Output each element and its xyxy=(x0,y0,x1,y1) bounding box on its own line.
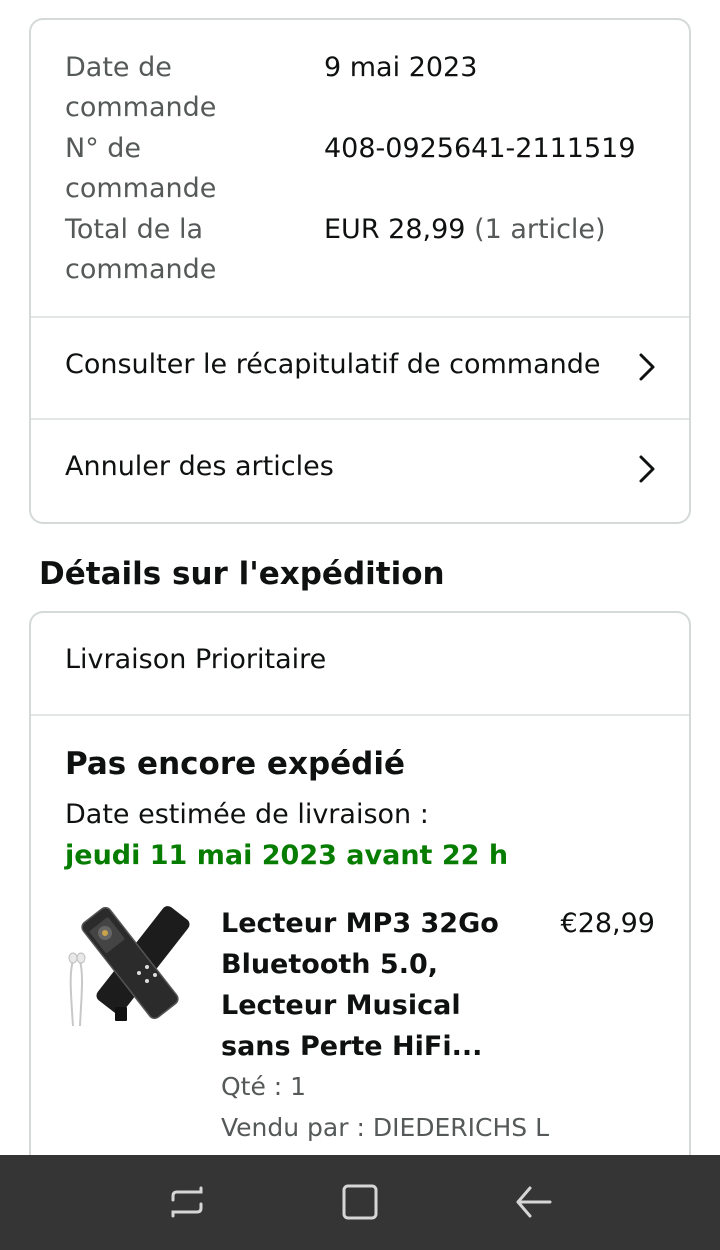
chevron-right-icon xyxy=(639,353,655,381)
divider xyxy=(31,714,689,716)
system-nav-bar xyxy=(0,1155,720,1250)
order-summary-card: Date de commande 9 mai 2023 N° de comman… xyxy=(29,18,691,524)
order-total-amount: EUR 28,99 xyxy=(324,214,466,245)
order-total-label: Total de la commande xyxy=(65,214,217,285)
order-item-count: (1 article) xyxy=(474,214,606,245)
view-order-summary-link[interactable]: Consulter le récapitulatif de commande xyxy=(31,318,689,418)
view-order-summary-label: Consulter le récapitulatif de commande xyxy=(65,349,601,380)
home-icon[interactable] xyxy=(338,1180,382,1224)
shipping-method: Livraison Prioritaire xyxy=(65,644,327,675)
product-quantity: Qté : 1 xyxy=(221,1072,307,1101)
product-price: €28,99 xyxy=(560,908,655,939)
order-number-label: N° de commande xyxy=(65,133,217,204)
back-icon[interactable] xyxy=(512,1180,556,1224)
estimated-delivery-date: jeudi 11 mai 2023 avant 22 h xyxy=(65,840,509,871)
shipment-card: Livraison Prioritaire Pas encore expédié… xyxy=(29,611,691,1231)
shipping-details-heading: Détails sur l'expédition xyxy=(39,556,445,592)
cancel-items-link[interactable]: Annuler des articles xyxy=(31,420,689,520)
order-date-value: 9 mai 2023 xyxy=(324,52,478,83)
product-title[interactable]: Lecteur MP3 32Go Bluetooth 5.0, Lecteur … xyxy=(221,903,521,1067)
product-seller: Vendu par : DIEDERICHS L xyxy=(221,1113,550,1142)
estimated-delivery-label: Date estimée de livraison : xyxy=(65,799,429,830)
order-total-value: EUR 28,99 (1 article) xyxy=(324,210,606,250)
order-date-label: Date de commande xyxy=(65,52,217,123)
order-info: Date de commande 9 mai 2023 N° de comman… xyxy=(31,20,689,318)
chevron-right-icon xyxy=(639,455,655,483)
recent-apps-icon[interactable] xyxy=(165,1180,209,1224)
shipment-status: Pas encore expédié xyxy=(65,746,406,782)
cancel-items-label: Annuler des articles xyxy=(65,451,334,482)
order-number-value: 408-0925641-2111519 xyxy=(324,133,636,164)
product-image[interactable] xyxy=(65,901,191,1031)
